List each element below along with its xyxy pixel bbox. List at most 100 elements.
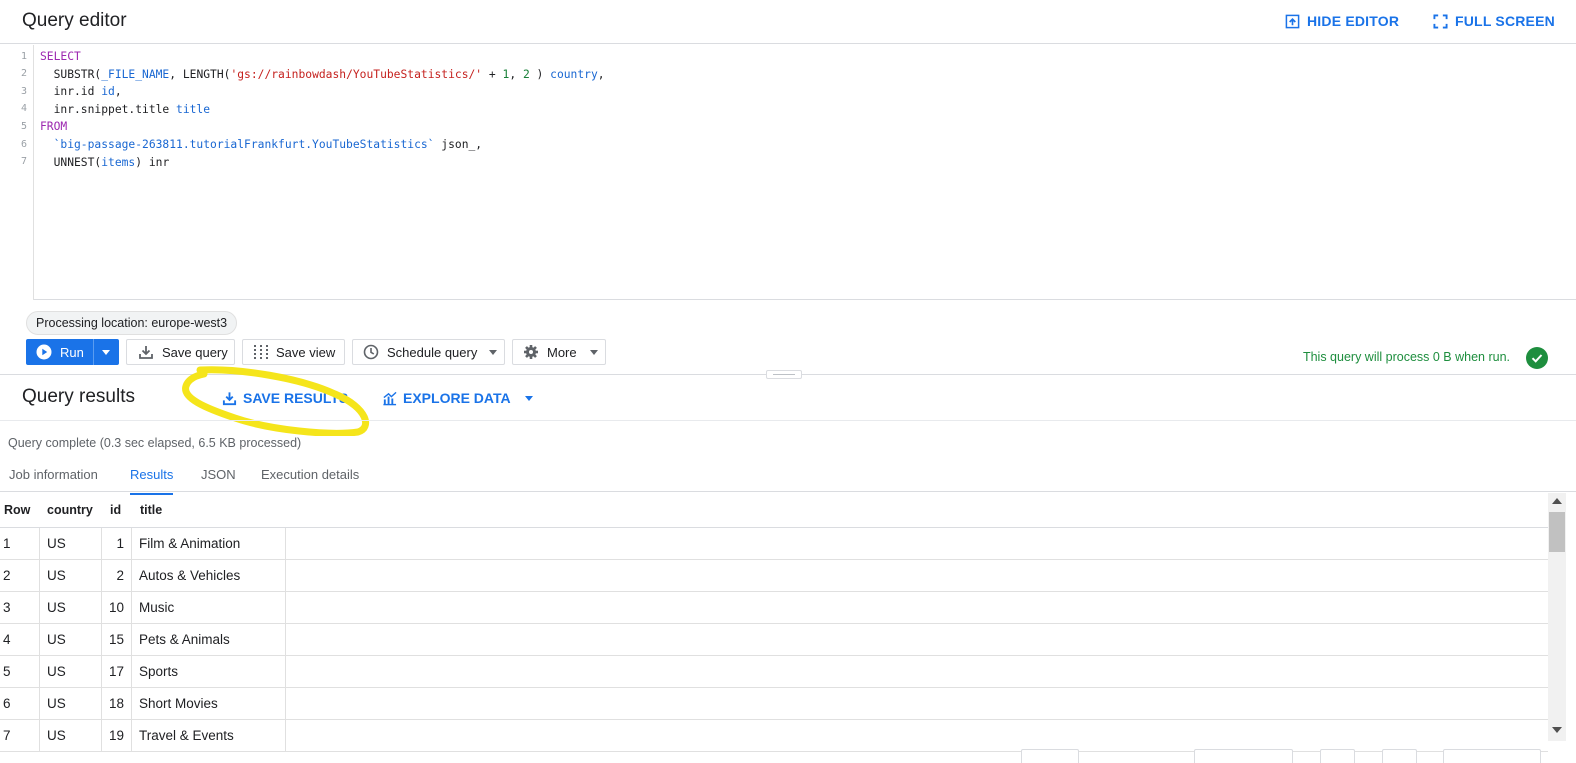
- row-number: 7: [3, 728, 11, 743]
- download-icon: [139, 346, 153, 359]
- code-token: ) inr: [135, 156, 170, 169]
- title-cell: Sports: [139, 664, 179, 679]
- tab-job-information[interactable]: Job information: [9, 467, 98, 493]
- id-cell: 10: [108, 600, 124, 615]
- chevron-down-icon: [589, 349, 598, 355]
- results-tabs: Job information Results JSON Execution d…: [0, 458, 1576, 495]
- table-row: 4 US 15 Pets & Animals: [0, 624, 1548, 656]
- id-cell: 15: [108, 632, 124, 647]
- hide-editor-button[interactable]: HIDE EDITOR: [1285, 13, 1399, 29]
- code-token: 'gs://rainbowdash/YouTubeStatistics/': [230, 68, 483, 81]
- chevron-down-icon: [489, 349, 498, 355]
- tab-execution-details[interactable]: Execution details: [261, 467, 359, 493]
- title-cell: Pets & Animals: [139, 632, 230, 647]
- code-token: items: [101, 156, 136, 169]
- query-editor-header: Query editor HIDE EDITOR FULL SCREEN: [0, 0, 1576, 44]
- check-circle-icon: [1526, 347, 1548, 369]
- save-view-button[interactable]: Save view: [242, 339, 345, 365]
- save-results-label: SAVE RESULTS: [243, 390, 349, 406]
- schedule-query-button[interactable]: Schedule query: [352, 339, 505, 365]
- country-cell: US: [47, 664, 66, 679]
- line-number: 5: [20, 121, 27, 132]
- last-page-button[interactable]: [1443, 749, 1541, 763]
- code-line: FROM: [40, 118, 67, 135]
- row-number: 4: [3, 632, 11, 647]
- query-complete-status: Query complete (0.3 sec elapsed, 6.5 KB …: [8, 436, 302, 450]
- country-cell: US: [47, 536, 66, 551]
- row-number: 3: [3, 600, 11, 615]
- table-header: Row country id title: [0, 493, 1548, 528]
- table-row: 3 US 10 Music: [0, 592, 1548, 624]
- sql-editor[interactable]: 1 2 3 4 5 6 7 SELECT SUBSTR(_FILE_NAME, …: [0, 45, 1576, 300]
- id-cell: 2: [116, 568, 124, 583]
- line-number: 7: [20, 156, 27, 167]
- run-options-dropdown[interactable]: [94, 349, 118, 355]
- id-cell: 17: [108, 664, 124, 679]
- more-button[interactable]: More: [512, 339, 606, 365]
- title-cell: Film & Animation: [139, 536, 241, 551]
- schedule-query-label: Schedule query: [387, 344, 478, 360]
- row-number: 5: [3, 664, 11, 679]
- column-header-id: id: [110, 503, 122, 517]
- table-row: 2 US 2 Autos & Vehicles: [0, 560, 1548, 592]
- gear-icon: [524, 345, 538, 359]
- clock-icon: [363, 344, 379, 360]
- run-button-group[interactable]: Run: [26, 339, 119, 365]
- validation-status: This query will process 0 B when run.: [1302, 350, 1510, 364]
- line-number: 1: [20, 51, 27, 62]
- tab-json[interactable]: JSON: [201, 467, 236, 493]
- scroll-down-icon[interactable]: [1552, 727, 1562, 733]
- download-icon: [222, 391, 237, 405]
- id-cell: 18: [108, 696, 124, 711]
- code-token: SUBSTR(: [40, 68, 102, 81]
- line-number: 2: [20, 68, 27, 79]
- processing-location-chip[interactable]: Processing location: europe-west3: [26, 311, 238, 335]
- column-header-country: country: [47, 503, 93, 517]
- code-token: ): [529, 68, 551, 81]
- line-number: 6: [20, 139, 27, 150]
- country-cell: US: [47, 568, 66, 583]
- code-token: ,: [509, 68, 523, 81]
- row-number: 2: [3, 568, 11, 583]
- code-token: SELECT: [40, 50, 81, 63]
- explore-data-button[interactable]: EXPLORE DATA: [382, 390, 533, 406]
- full-screen-icon: [1433, 13, 1448, 29]
- code-token: 2: [522, 68, 530, 81]
- table-row: 6 US 18 Short Movies: [0, 688, 1548, 720]
- line-number: 4: [20, 103, 27, 114]
- code-token: inr.id: [40, 85, 102, 98]
- code-token: ,: [114, 85, 122, 98]
- previous-page-button[interactable]: [1320, 749, 1355, 763]
- rows-per-page-select[interactable]: [1021, 749, 1079, 763]
- run-label: Run: [60, 344, 84, 360]
- next-page-button[interactable]: [1382, 749, 1417, 763]
- code-token: country: [550, 68, 598, 81]
- code-token: title: [176, 103, 211, 116]
- resize-handle[interactable]: [766, 370, 802, 379]
- line-number: 3: [20, 86, 27, 97]
- code-token: +: [482, 68, 503, 81]
- play-icon: [36, 344, 52, 360]
- line-number-gutter: 1 2 3 4 5 6 7: [0, 45, 34, 300]
- full-screen-label: FULL SCREEN: [1455, 13, 1555, 29]
- scrollbar-thumb[interactable]: [1549, 512, 1565, 552]
- save-view-label: Save view: [276, 344, 336, 360]
- code-token: json_,: [434, 138, 483, 151]
- code-token: FROM: [40, 120, 68, 133]
- code-line: `big-passage-263811.tutorialFrankfurt.Yo…: [40, 136, 483, 153]
- row-number: 1: [3, 536, 11, 551]
- code-token: UNNEST(: [40, 156, 102, 169]
- code-line: SUBSTR(_FILE_NAME, LENGTH('gs://rainbowd…: [40, 66, 605, 83]
- run-button[interactable]: Run: [27, 344, 93, 360]
- code-line: UNNEST(items) inr: [40, 154, 170, 171]
- scroll-up-icon[interactable]: [1552, 498, 1562, 504]
- save-query-button[interactable]: Save query: [126, 339, 235, 365]
- results-header-divider: [0, 420, 1576, 421]
- tab-results[interactable]: Results: [130, 467, 174, 495]
- save-results-button[interactable]: SAVE RESULTS: [222, 390, 348, 406]
- first-page-button[interactable]: [1194, 749, 1293, 763]
- query-editor-title: Query editor: [22, 10, 127, 31]
- country-cell: US: [47, 632, 66, 647]
- full-screen-button[interactable]: FULL SCREEN: [1433, 13, 1555, 29]
- title-cell: Music: [139, 600, 175, 615]
